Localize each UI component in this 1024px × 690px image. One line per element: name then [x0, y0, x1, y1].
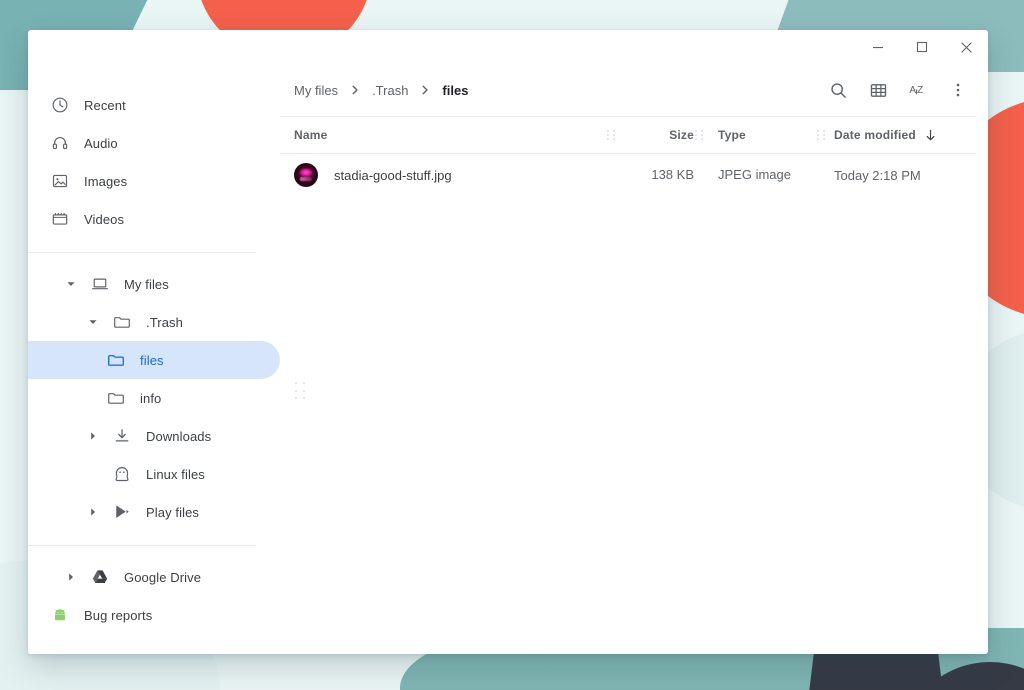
google-drive-icon — [90, 567, 110, 587]
grid-view-icon — [870, 83, 886, 97]
sidebar-item-bug-reports[interactable]: Bug reports — [28, 596, 280, 634]
sidebar-item-label: Bug reports — [84, 607, 153, 623]
sidebar-item-videos[interactable]: Videos — [28, 200, 280, 238]
sort-button[interactable]: A Z — [900, 72, 936, 108]
sidebar-item-label: info — [140, 390, 162, 406]
file-type: JPEG image — [718, 167, 791, 182]
chevron-right-icon[interactable] — [62, 568, 80, 586]
sidebar-item-images[interactable]: Images — [28, 162, 280, 200]
minimize-button[interactable] — [856, 31, 900, 63]
sidebar-item-label: Google Drive — [124, 569, 202, 585]
wallpaper-shape-navy-trapezoid — [806, 648, 946, 690]
window-titlebar — [28, 30, 988, 64]
sidebar-item-label: Images — [84, 173, 128, 189]
sidebar-resize-handle[interactable] — [294, 382, 306, 402]
sidebar-navigation: Recent Audio Images Videos My files .Tra… — [28, 64, 305, 654]
row-spacer-1 — [606, 173, 616, 177]
file-list-header: Name Size Type Date modified — [280, 116, 976, 154]
toolbar: My files .Trash files A Z — [280, 64, 988, 116]
sidebar-item-downloads[interactable]: Downloads — [28, 417, 280, 455]
sort-az-icon: A Z — [909, 85, 923, 96]
sidebar-item-label: files — [140, 352, 164, 368]
column-splitter-name[interactable] — [606, 130, 616, 140]
more-options-button[interactable] — [940, 72, 976, 108]
sidebar-item-label: Linux files — [146, 466, 205, 482]
column-header-date-modified[interactable]: Date modified — [834, 128, 916, 142]
sidebar-item-label: Audio — [84, 135, 118, 151]
breadcrumb-item-trash[interactable]: .Trash — [366, 79, 414, 102]
sidebar-item-label: Recent — [84, 97, 126, 113]
sidebar-divider-2 — [28, 545, 256, 546]
video-icon — [50, 209, 70, 229]
column-splitter-type[interactable] — [816, 130, 826, 140]
row-spacer-3 — [816, 173, 826, 177]
sidebar-item-play-files[interactable]: Play files — [28, 493, 280, 531]
clock-icon — [50, 95, 70, 115]
toolbar-actions: A Z — [820, 72, 976, 108]
close-button[interactable] — [944, 31, 988, 63]
desktop-wallpaper: Recent Audio Images Videos My files .Tra… — [0, 0, 1024, 690]
twisty-placeholder — [84, 465, 102, 483]
chevron-right-icon — [344, 84, 366, 96]
column-header-type[interactable]: Type — [718, 128, 746, 142]
view-toggle-button[interactable] — [860, 72, 896, 108]
sidebar-item-label: Videos — [84, 211, 125, 227]
image-icon — [50, 171, 70, 191]
maximize-button[interactable] — [900, 31, 944, 63]
column-splitter-size[interactable] — [694, 130, 704, 140]
breadcrumb-item-my-files[interactable]: My files — [288, 79, 344, 102]
files-app-window: Recent Audio Images Videos My files .Tra… — [28, 30, 988, 654]
play-store-icon — [112, 502, 132, 522]
android-icon — [50, 605, 70, 625]
table-row[interactable]: stadia-good-stuff.jpg 138 KB JPEG image … — [280, 154, 976, 196]
folder-icon — [106, 350, 126, 370]
chevron-down-icon[interactable] — [62, 275, 80, 293]
chevron-right-icon — [414, 84, 436, 96]
download-icon — [112, 426, 132, 446]
sidebar-item-info[interactable]: info — [28, 379, 280, 417]
row-spacer-2 — [694, 173, 704, 177]
sidebar-item-label: Play files — [146, 504, 200, 520]
svg-text:Z: Z — [917, 85, 923, 96]
breadcrumb-item-files[interactable]: files — [436, 79, 474, 102]
sort-descending-icon — [924, 129, 937, 142]
file-name: stadia-good-stuff.jpg — [334, 167, 452, 183]
close-icon — [960, 41, 972, 53]
sidebar-item-google-drive[interactable]: Google Drive — [28, 558, 280, 596]
breadcrumb: My files .Trash files — [288, 79, 820, 102]
chevron-right-icon[interactable] — [84, 503, 102, 521]
minimize-icon — [873, 47, 883, 49]
svg-text:A: A — [909, 85, 916, 96]
sidebar-divider-1 — [28, 252, 256, 253]
file-date-modified: Today 2:18 PM — [834, 167, 921, 183]
chevron-down-icon[interactable] — [84, 313, 102, 331]
maximize-icon — [916, 41, 928, 53]
column-header-name[interactable]: Name — [294, 128, 327, 142]
linux-icon — [112, 464, 132, 484]
folder-icon — [112, 312, 132, 332]
sidebar-item-label: My files — [124, 276, 169, 292]
search-icon — [830, 82, 846, 98]
main-content-pane: My files .Trash files A Z Name Size Type… — [280, 64, 988, 654]
file-list-body: stadia-good-stuff.jpg 138 KB JPEG image … — [280, 154, 988, 654]
file-size: 138 KB — [651, 167, 694, 182]
search-button[interactable] — [820, 72, 856, 108]
chevron-right-icon[interactable] — [84, 427, 102, 445]
audio-icon — [50, 133, 70, 153]
sidebar-item-linux-files[interactable]: Linux files — [28, 455, 280, 493]
sidebar-item-trash[interactable]: .Trash — [28, 303, 280, 341]
sidebar-item-label: .Trash — [146, 314, 183, 330]
column-header-size[interactable]: Size — [669, 128, 694, 142]
sidebar-item-files[interactable]: files — [28, 341, 280, 379]
sidebar-item-my-files[interactable]: My files — [28, 265, 280, 303]
image-thumbnail — [294, 163, 318, 187]
laptop-icon — [90, 274, 110, 294]
sidebar-item-label: Downloads — [146, 428, 212, 444]
more-vert-icon — [956, 83, 960, 97]
folder-icon — [106, 388, 126, 408]
sidebar-item-audio[interactable]: Audio — [28, 124, 280, 162]
sidebar-item-recent[interactable]: Recent — [28, 86, 280, 124]
